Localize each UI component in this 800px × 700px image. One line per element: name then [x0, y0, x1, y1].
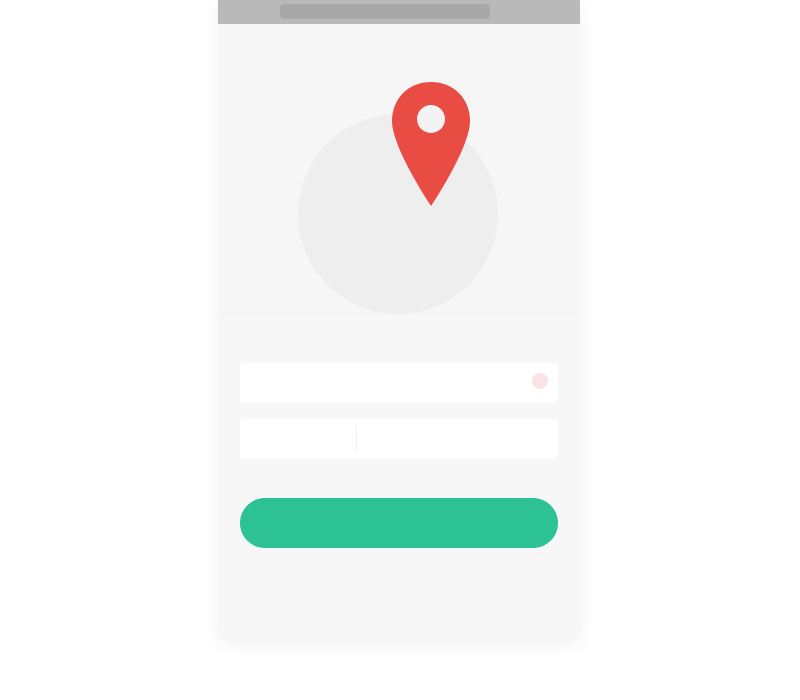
location-hero [218, 24, 580, 316]
required-indicator-icon [532, 373, 548, 389]
submit-button[interactable] [240, 498, 558, 548]
field-divider [356, 427, 357, 451]
status-notch [280, 4, 490, 19]
phone-screen [218, 0, 580, 640]
location-field[interactable] [240, 363, 558, 403]
status-bar [218, 0, 580, 24]
secondary-field-row [240, 419, 558, 459]
location-pin-icon [392, 82, 470, 206]
